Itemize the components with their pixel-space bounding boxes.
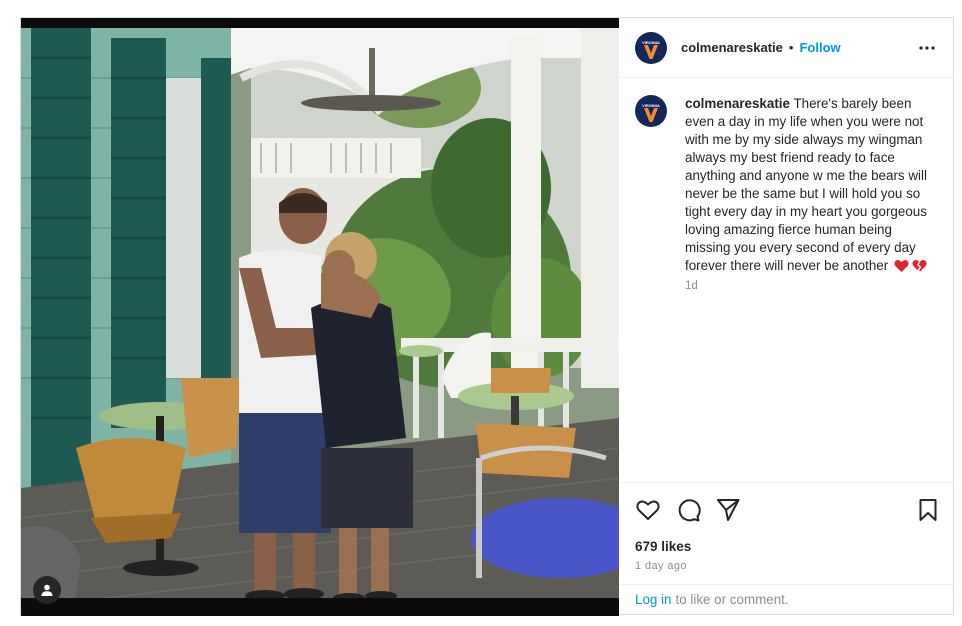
post-side-panel: VIRGINIA colmenareskatie • Follow VIRGIN… [619,18,953,614]
porch-hug-photo [21,18,619,616]
heart-emojis [894,259,927,273]
user-tag-icon [41,584,53,596]
post-caption: VIRGINIA colmenareskatie There's barely … [635,95,937,292]
broken-heart-emoji-icon [912,260,927,273]
profile-avatar[interactable]: VIRGINIA [635,31,667,64]
caption-body: colmenareskatie There's barely been even… [685,95,937,292]
caption-message: There's barely been even a day in my lif… [685,96,927,273]
caption-timestamp: 1d [685,280,698,292]
separator-dot: • [788,40,794,55]
caption-avatar[interactable]: VIRGINIA [635,95,667,127]
caption-username[interactable]: colmenareskatie [685,96,790,111]
follow-button[interactable]: Follow [799,40,840,55]
login-prompt-text: to like or comment. [675,592,789,607]
likes-count[interactable]: 679 likes [635,539,691,554]
svg-text:VIRGINIA: VIRGINIA [642,40,660,45]
comment-icon[interactable] [675,497,701,523]
post-timestamp: 1 day ago [635,560,687,572]
more-options-icon[interactable] [917,40,937,56]
save-icon[interactable] [915,497,941,523]
post-photo[interactable] [21,18,619,616]
instagram-post: VIRGINIA colmenareskatie • Follow VIRGIN… [20,17,954,616]
virginia-logo-icon: VIRGINIA [642,40,660,59]
login-link[interactable]: Log in [635,592,671,607]
action-bar [635,497,937,523]
share-icon[interactable] [715,497,741,523]
svg-text:VIRGINIA: VIRGINIA [642,103,660,108]
caption-text: colmenareskatie There's barely been even… [685,95,937,275]
post-header: VIRGINIA colmenareskatie • Follow [619,18,953,78]
user-tag-button[interactable] [33,576,61,604]
login-prompt: Log in to like or comment. [619,584,953,614]
post-actions-section: 679 likes 1 day ago [619,482,953,584]
header-username[interactable]: colmenareskatie [681,40,783,55]
heart-icon[interactable] [635,497,661,523]
virginia-logo-icon: VIRGINIA [642,103,660,122]
red-heart-emoji-icon [894,260,909,272]
